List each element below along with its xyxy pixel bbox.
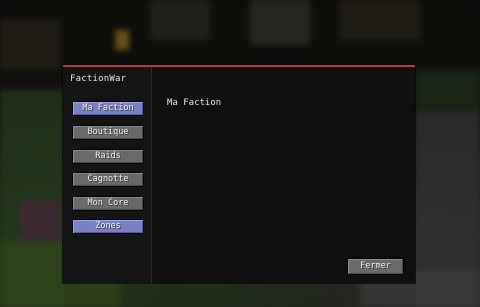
nav-button-ma-faction[interactable]: Ma Faction <box>72 101 144 116</box>
game-scene: FactionWar Ma Faction Boutique Raids Cag… <box>0 0 480 307</box>
nav-button-cagnotte[interactable]: Cagnotte <box>72 172 144 187</box>
page-title: Ma Faction <box>167 98 222 108</box>
faction-menu-panel: FactionWar Ma Faction Boutique Raids Cag… <box>63 65 415 283</box>
nav-button-boutique[interactable]: Boutique <box>72 125 144 140</box>
app-title: FactionWar <box>70 74 127 84</box>
nav-button-zones[interactable]: Zones <box>72 219 144 234</box>
close-button[interactable]: Fermer <box>347 258 404 275</box>
nav-button-raids[interactable]: Raids <box>72 149 144 164</box>
sidebar: FactionWar Ma Faction Boutique Raids Cag… <box>63 67 152 283</box>
nav-button-mon-core[interactable]: Mon Core <box>72 196 144 211</box>
